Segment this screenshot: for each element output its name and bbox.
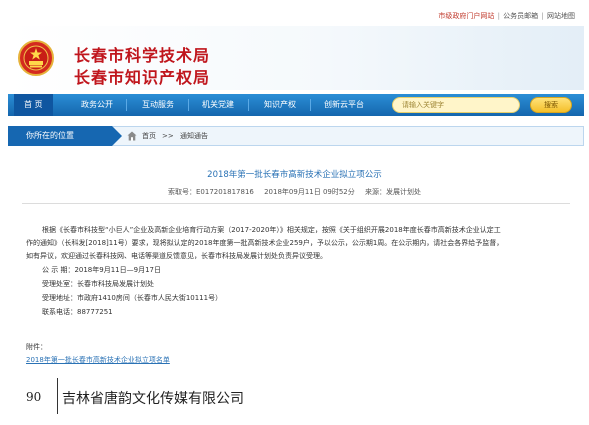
footer-divider	[57, 378, 58, 414]
nav-divider	[126, 99, 127, 111]
article-source: 来源：发展计划处	[365, 188, 421, 196]
site-title-primary: 长春市科学技术局	[74, 46, 211, 65]
nav-item-interactive[interactable]: 互动服务	[142, 94, 174, 116]
article-paragraph: 根据《长春市科技型“小巨人”企业及高新企业培育行动方案（2017-2020年）》…	[42, 226, 501, 234]
nav-divider	[188, 99, 189, 111]
announcement-period: 公 示 期：2018年9月11日—9月17日	[42, 266, 161, 274]
attachment-label: 附件：	[26, 343, 47, 351]
nav-item-home[interactable]: 首 页	[14, 94, 53, 116]
gov-portal-link[interactable]: 市级政府门户网站	[438, 12, 494, 20]
breadcrumb-current[interactable]: 通知通告	[180, 126, 208, 146]
location-label: 你所在的位置	[8, 126, 122, 146]
email-link[interactable]: 公务员邮箱	[503, 12, 538, 20]
nav-divider	[248, 99, 249, 111]
handling-address: 受理地址：市政府1410房间（长春市人民大街10111号）	[42, 294, 223, 302]
contact-phone: 联系电话：88777251	[42, 308, 113, 316]
article-title: 2018年第一批长春市高新技术企业拟立项公示	[207, 170, 382, 180]
national-emblem-icon	[18, 40, 54, 76]
page: 市级政府门户网站 | 公务员邮箱 | 网站地图 长春市科学技术局 长春市知识产权…	[0, 0, 589, 425]
article-index-no: 索取号：E017201817816	[167, 188, 254, 196]
nav-divider	[310, 99, 311, 111]
site-title-secondary: 长春市知识产权局	[74, 68, 211, 87]
separator: |	[497, 12, 500, 20]
article-paragraph: 作的通知》（长科发[2018]11号）要求，现将拟认定的2018年度第一批高新技…	[26, 239, 504, 247]
article-date: 2018年09月11日 09时52分	[264, 188, 355, 196]
breadcrumb-separator: >>	[162, 132, 174, 140]
breadcrumb-home[interactable]: 首页	[142, 126, 156, 146]
nav-item-party[interactable]: 机关党建	[202, 94, 234, 116]
nav-item-gov-affairs[interactable]: 政务公开	[81, 94, 113, 116]
publisher-name: 吉林省唐韵文化传媒有限公司	[62, 391, 244, 407]
page-number: 90	[26, 390, 42, 404]
handling-office: 受理处室：长春市科技局发展计划处	[42, 280, 154, 288]
divider	[22, 203, 570, 204]
attachment-link[interactable]: 2018年第一批长春市高新技术企业拟立项名单	[26, 355, 170, 365]
home-icon	[127, 131, 137, 141]
search-input[interactable]: 请输入关键字	[392, 97, 520, 113]
article-paragraph: 如有异议，欢迎通过长春科技网、电话等渠道反馈意见，长春市科技局发展计划处负责异议…	[26, 252, 327, 260]
sitemap-link[interactable]: 网站地图	[547, 12, 575, 20]
nav-item-ip[interactable]: 知识产权	[264, 94, 296, 116]
top-links: 市级政府门户网站 | 公务员邮箱 | 网站地图	[438, 11, 575, 21]
search-button[interactable]: 搜索	[530, 97, 572, 113]
article-meta: 索取号：E017201817816 2018年09月11日 09时52分 来源：…	[0, 187, 589, 197]
separator: |	[541, 12, 544, 20]
nav-item-innovation-cloud[interactable]: 创新云平台	[324, 94, 364, 116]
